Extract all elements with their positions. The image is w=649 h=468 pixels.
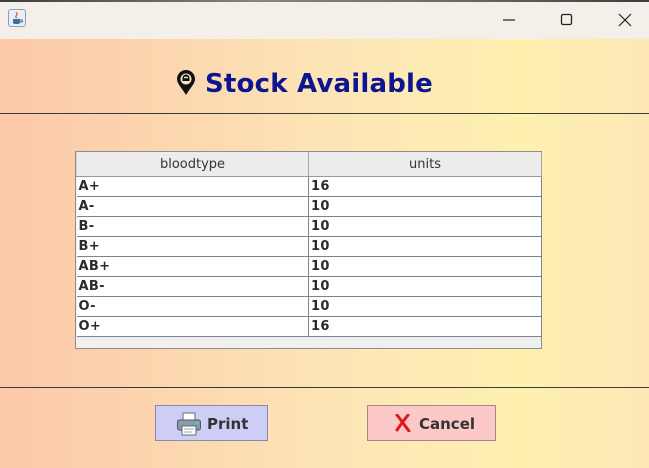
bloodtype-cell[interactable]: B+ (76, 236, 309, 257)
bloodtype-cell[interactable]: A- (76, 196, 309, 217)
bloodtype-cell[interactable]: A+ (76, 176, 309, 197)
close-button[interactable] (602, 0, 648, 39)
blood-drop-marker-icon (177, 70, 195, 95)
table-row[interactable]: A+ 16 (76, 176, 542, 197)
java-app-icon (8, 9, 26, 27)
printer-icon (177, 412, 201, 436)
maximize-icon (560, 13, 573, 26)
minimize-icon (503, 19, 515, 21)
units-cell[interactable]: 10 (308, 236, 542, 257)
table-header-row: bloodtype units (76, 152, 542, 177)
header-divider (0, 113, 649, 114)
maximize-button[interactable] (544, 0, 590, 39)
page-title: Stock Available (205, 69, 433, 99)
bloodtype-cell[interactable]: O- (76, 296, 309, 317)
main-panel: Stock Available bloodtype units A+ 16 A-… (0, 39, 649, 468)
units-cell[interactable]: 10 (308, 196, 542, 217)
table-row[interactable]: AB- 10 (76, 276, 542, 297)
column-header-units[interactable]: units (308, 152, 542, 177)
cancel-button[interactable]: Cancel (367, 405, 496, 441)
bloodtype-cell[interactable]: O+ (76, 316, 309, 337)
column-header-bloodtype[interactable]: bloodtype (76, 152, 309, 177)
bloodtype-cell[interactable]: B- (76, 216, 309, 237)
table-row[interactable]: O+ 16 (76, 316, 542, 337)
footer-divider (0, 387, 649, 388)
table-row[interactable]: A- 10 (76, 196, 542, 217)
minimize-button[interactable] (486, 0, 532, 39)
units-cell[interactable]: 10 (308, 276, 542, 297)
red-x-icon (395, 414, 411, 432)
bloodtype-cell[interactable]: AB+ (76, 256, 309, 277)
bloodtype-cell[interactable]: AB- (76, 276, 309, 297)
table-row[interactable]: B- 10 (76, 216, 542, 237)
stock-table-container[interactable]: bloodtype units A+ 16 A- 10 B- 10 B+ 10 … (75, 151, 542, 349)
units-cell[interactable]: 10 (308, 216, 542, 237)
units-cell[interactable]: 16 (308, 316, 542, 337)
units-cell[interactable]: 16 (308, 176, 542, 197)
stock-table: bloodtype units A+ 16 A- 10 B- 10 B+ 10 … (76, 152, 542, 337)
units-cell[interactable]: 10 (308, 296, 542, 317)
cancel-button-label: Cancel (419, 415, 476, 433)
table-row[interactable]: O- 10 (76, 296, 542, 317)
close-icon (618, 13, 632, 27)
print-button[interactable]: Print (155, 405, 268, 441)
title-bar (0, 0, 649, 39)
print-button-label: Print (207, 415, 249, 433)
table-row[interactable]: B+ 10 (76, 236, 542, 257)
table-row[interactable]: AB+ 10 (76, 256, 542, 277)
units-cell[interactable]: 10 (308, 256, 542, 277)
